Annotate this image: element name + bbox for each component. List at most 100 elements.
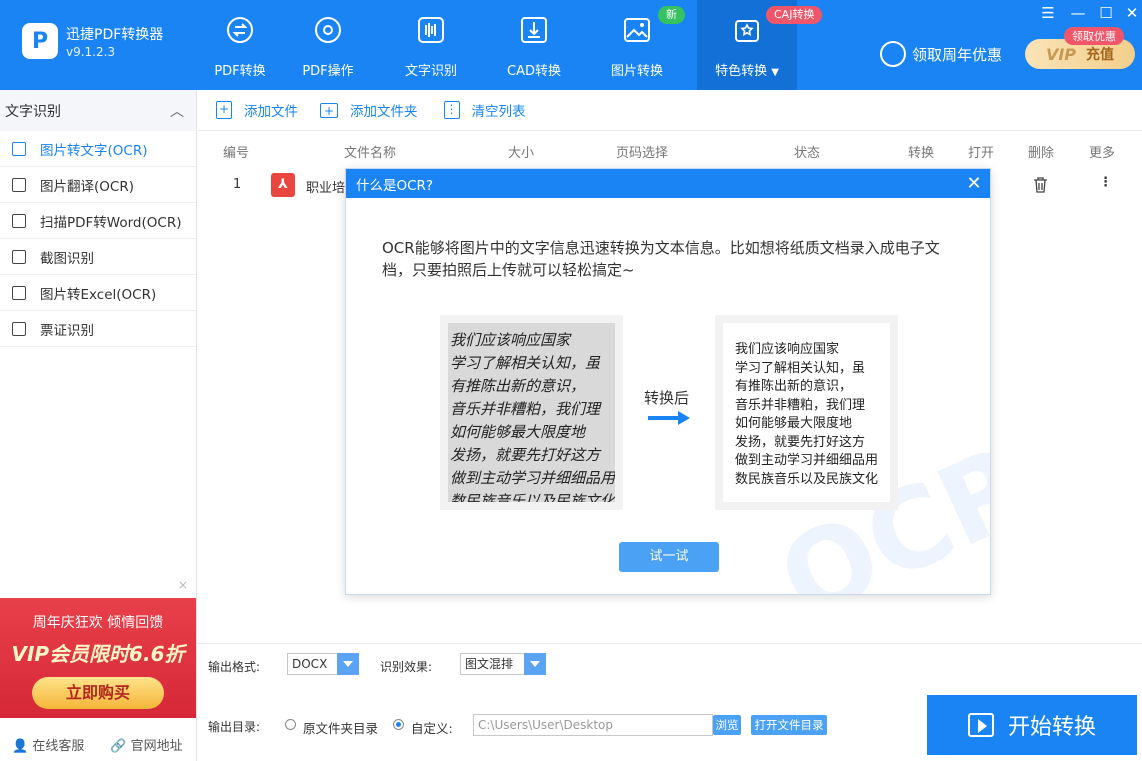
buy-now-button[interactable]: 立即购买 xyxy=(32,677,164,709)
nav-label: PDF转换 xyxy=(214,64,266,79)
arrow-label: 转换后 xyxy=(644,389,690,407)
ocr-result-preview: 我们应该响应国家 学习了解相关认知，虽 有推陈出新的意识， 音乐并非糟粕，我们理… xyxy=(715,315,898,510)
app-name: 迅捷PDF转换器 xyxy=(66,27,164,43)
top-bar: P 迅捷PDF转换器 v9.1.2.3 PDF转换 PDF操作 文字识别 CAD… xyxy=(0,0,1142,90)
vip-discount-badge: 领取优惠 xyxy=(1064,27,1124,45)
app-logo-icon: P xyxy=(22,23,58,59)
ocr-result-text: 我们应该响应国家 学习了解相关认知，虽 有推陈出新的意识， 音乐并非糟粕，我们理… xyxy=(723,323,890,502)
app-version: v9.1.2.3 xyxy=(66,45,116,59)
effect-label: 识别效果: xyxy=(380,660,433,674)
more-options-button[interactable]: ⋮ xyxy=(1099,175,1112,190)
promo-label: 领取周年优惠 xyxy=(912,45,1003,64)
chevron-down-icon xyxy=(524,653,546,675)
output-path-input[interactable]: C:\Users\User\Desktop xyxy=(473,714,713,736)
new-badge: 新 xyxy=(658,6,685,24)
pdf-convert-icon xyxy=(227,17,253,43)
format-label: 输出格式: xyxy=(208,660,261,674)
excel-icon xyxy=(12,285,26,300)
col-open: 打开 xyxy=(968,146,995,161)
sidebar-item-label: 图片转Excel(OCR) xyxy=(40,286,157,303)
image-translate-icon xyxy=(12,177,26,192)
minimize-button[interactable]: — xyxy=(1068,4,1088,22)
custom-dir-label: 自定义: xyxy=(411,721,453,736)
sidebar-header-label: 文字识别 xyxy=(5,103,61,120)
delete-icon[interactable] xyxy=(1033,177,1048,193)
col-status: 状态 xyxy=(794,146,821,161)
nav-label: CAD转换 xyxy=(507,64,561,79)
user-icon xyxy=(880,41,906,67)
arrow-right-icon xyxy=(648,411,690,425)
nav-cad[interactable]: CAD转换 xyxy=(484,0,584,90)
maximize-button[interactable]: ☐ xyxy=(1096,4,1116,22)
browse-button[interactable]: 浏览 xyxy=(713,715,741,735)
nav-pdf-convert[interactable]: PDF转换 xyxy=(190,0,290,90)
original-dir-radio[interactable] xyxy=(285,719,296,730)
add-folder-button[interactable]: + 添加文件夹 xyxy=(320,100,418,120)
row-filename: 职业培 xyxy=(306,181,346,196)
sidebar: 文字识别 ︿ 图片转文字(OCR) 图片翻译(OCR) 扫描PDF转Word(O… xyxy=(0,90,197,761)
menu-icon[interactable]: ☰ xyxy=(1038,4,1058,22)
sidebar-item-ticket[interactable]: 票证识别 xyxy=(0,311,196,347)
sidebar-item-label: 图片转文字(OCR) xyxy=(40,142,148,159)
col-more: 更多 xyxy=(1089,146,1116,161)
sidebar-item-label: 扫描PDF转Word(OCR) xyxy=(40,214,182,231)
col-convert: 转换 xyxy=(908,146,935,161)
image-icon xyxy=(624,18,650,42)
custom-dir-radio[interactable] xyxy=(393,719,404,730)
sidebar-item-screenshot[interactable]: 截图识别 xyxy=(0,239,196,275)
website-link[interactable]: 🔗 官网地址 xyxy=(110,735,182,754)
sidebar-item-label: 图片翻译(OCR) xyxy=(40,178,134,195)
start-convert-button[interactable]: 开始转换 xyxy=(927,695,1137,755)
anniversary-promo-link[interactable]: 领取周年优惠 xyxy=(880,41,1002,67)
play-icon xyxy=(967,713,994,737)
nav-pdf-operate[interactable]: PDF操作 xyxy=(278,0,378,90)
original-dir-label: 原文件夹目录 xyxy=(303,721,379,736)
open-dir-button[interactable]: 打开文件目录 xyxy=(751,715,827,735)
add-file-icon: + xyxy=(216,101,232,119)
add-file-button[interactable]: + 添加文件 xyxy=(216,100,298,120)
sidebar-item-label: 票证识别 xyxy=(40,322,94,339)
vip-action: 充值 xyxy=(1086,47,1115,63)
sidebar-item-scan-pdf-word[interactable]: 扫描PDF转Word(OCR) xyxy=(0,203,196,239)
online-service-link[interactable]: 👤 在线客服 xyxy=(12,735,84,754)
sidebar-item-image-to-text[interactable]: 图片转文字(OCR) xyxy=(0,131,196,167)
nav-label: 图片转换 xyxy=(610,64,663,79)
close-button[interactable]: ✕ xyxy=(1122,4,1142,22)
col-size: 大小 xyxy=(508,146,535,161)
chevron-down-icon: ▼ xyxy=(771,67,779,78)
clear-list-button[interactable]: ⋮ 清空列表 xyxy=(443,100,526,120)
promo-banner[interactable]: 周年庆狂欢 倾情回馈 VIP会员限时6.6折 立即购买 xyxy=(0,598,196,718)
effect-select[interactable]: 图文混排 xyxy=(460,653,546,675)
handwriting-sample-image: 我们应该响应国家 学习了解相关认知，虽 有推陈出新的意识， 音乐并非糟粕，我们理… xyxy=(440,315,623,510)
text-box-icon xyxy=(12,141,26,156)
dialog-title: 什么是OCR? xyxy=(356,177,434,194)
trash-icon: ⋮ xyxy=(443,101,460,119)
format-select[interactable]: DOCX xyxy=(287,653,359,675)
nav-label: PDF操作 xyxy=(302,64,354,79)
sidebar-header[interactable]: 文字识别 ︿ xyxy=(0,90,196,131)
text-recognition-icon xyxy=(418,17,444,43)
row-index: 1 xyxy=(233,177,242,192)
ad-line1: 周年庆狂欢 倾情回馈 xyxy=(32,615,164,631)
col-pages: 页码选择 xyxy=(616,146,669,161)
dialog-close-button[interactable]: ✕ xyxy=(964,173,984,194)
chevron-up-icon: ︿ xyxy=(170,103,184,120)
try-button[interactable]: 试一试 xyxy=(619,542,719,572)
ad-close-icon[interactable]: × xyxy=(178,578,188,592)
screenshot-icon xyxy=(12,249,26,264)
caj-badge: CAJ转换 xyxy=(766,6,823,24)
ticket-icon xyxy=(12,321,26,336)
dialog-header: 什么是OCR? xyxy=(346,169,990,198)
scan-pdf-icon xyxy=(12,213,26,228)
sidebar-footer: 👤 在线客服 🔗 官网地址 xyxy=(12,735,183,754)
toolbar: + 添加文件 + 添加文件夹 ⋮ 清空列表 xyxy=(198,90,1142,131)
handwriting-text: 我们应该响应国家 学习了解相关认知，虽 有推陈出新的意识， 音乐并非糟粕，我们理… xyxy=(448,323,615,502)
cad-icon xyxy=(521,17,547,43)
sidebar-item-image-translate[interactable]: 图片翻译(OCR) xyxy=(0,167,196,203)
pdf-operate-icon xyxy=(315,17,341,43)
nav-text-recognition[interactable]: 文字识别 xyxy=(381,0,481,90)
col-name: 文件名称 xyxy=(344,146,397,161)
sidebar-item-image-excel[interactable]: 图片转Excel(OCR) xyxy=(0,275,196,311)
special-convert-icon xyxy=(735,20,759,42)
vip-text: VIP xyxy=(1045,44,1077,64)
